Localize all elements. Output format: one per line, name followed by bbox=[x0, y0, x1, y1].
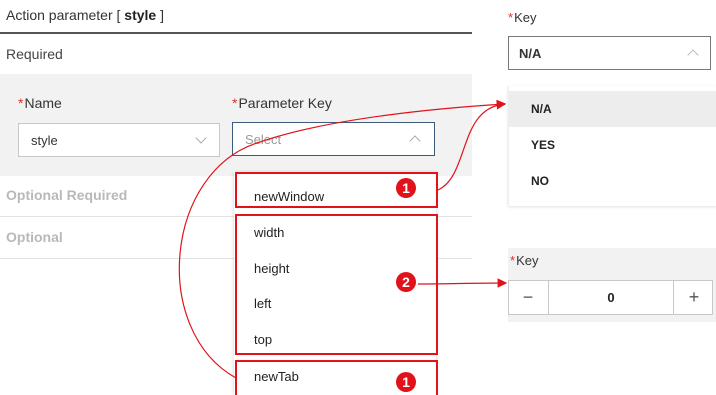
connector-arrows bbox=[178, 99, 508, 379]
arrow-dimensions-to-stepper bbox=[417, 278, 508, 288]
arrow-newtab-to-key-select bbox=[178, 99, 507, 379]
arrow-newwindow-to-key-select bbox=[437, 99, 507, 191]
